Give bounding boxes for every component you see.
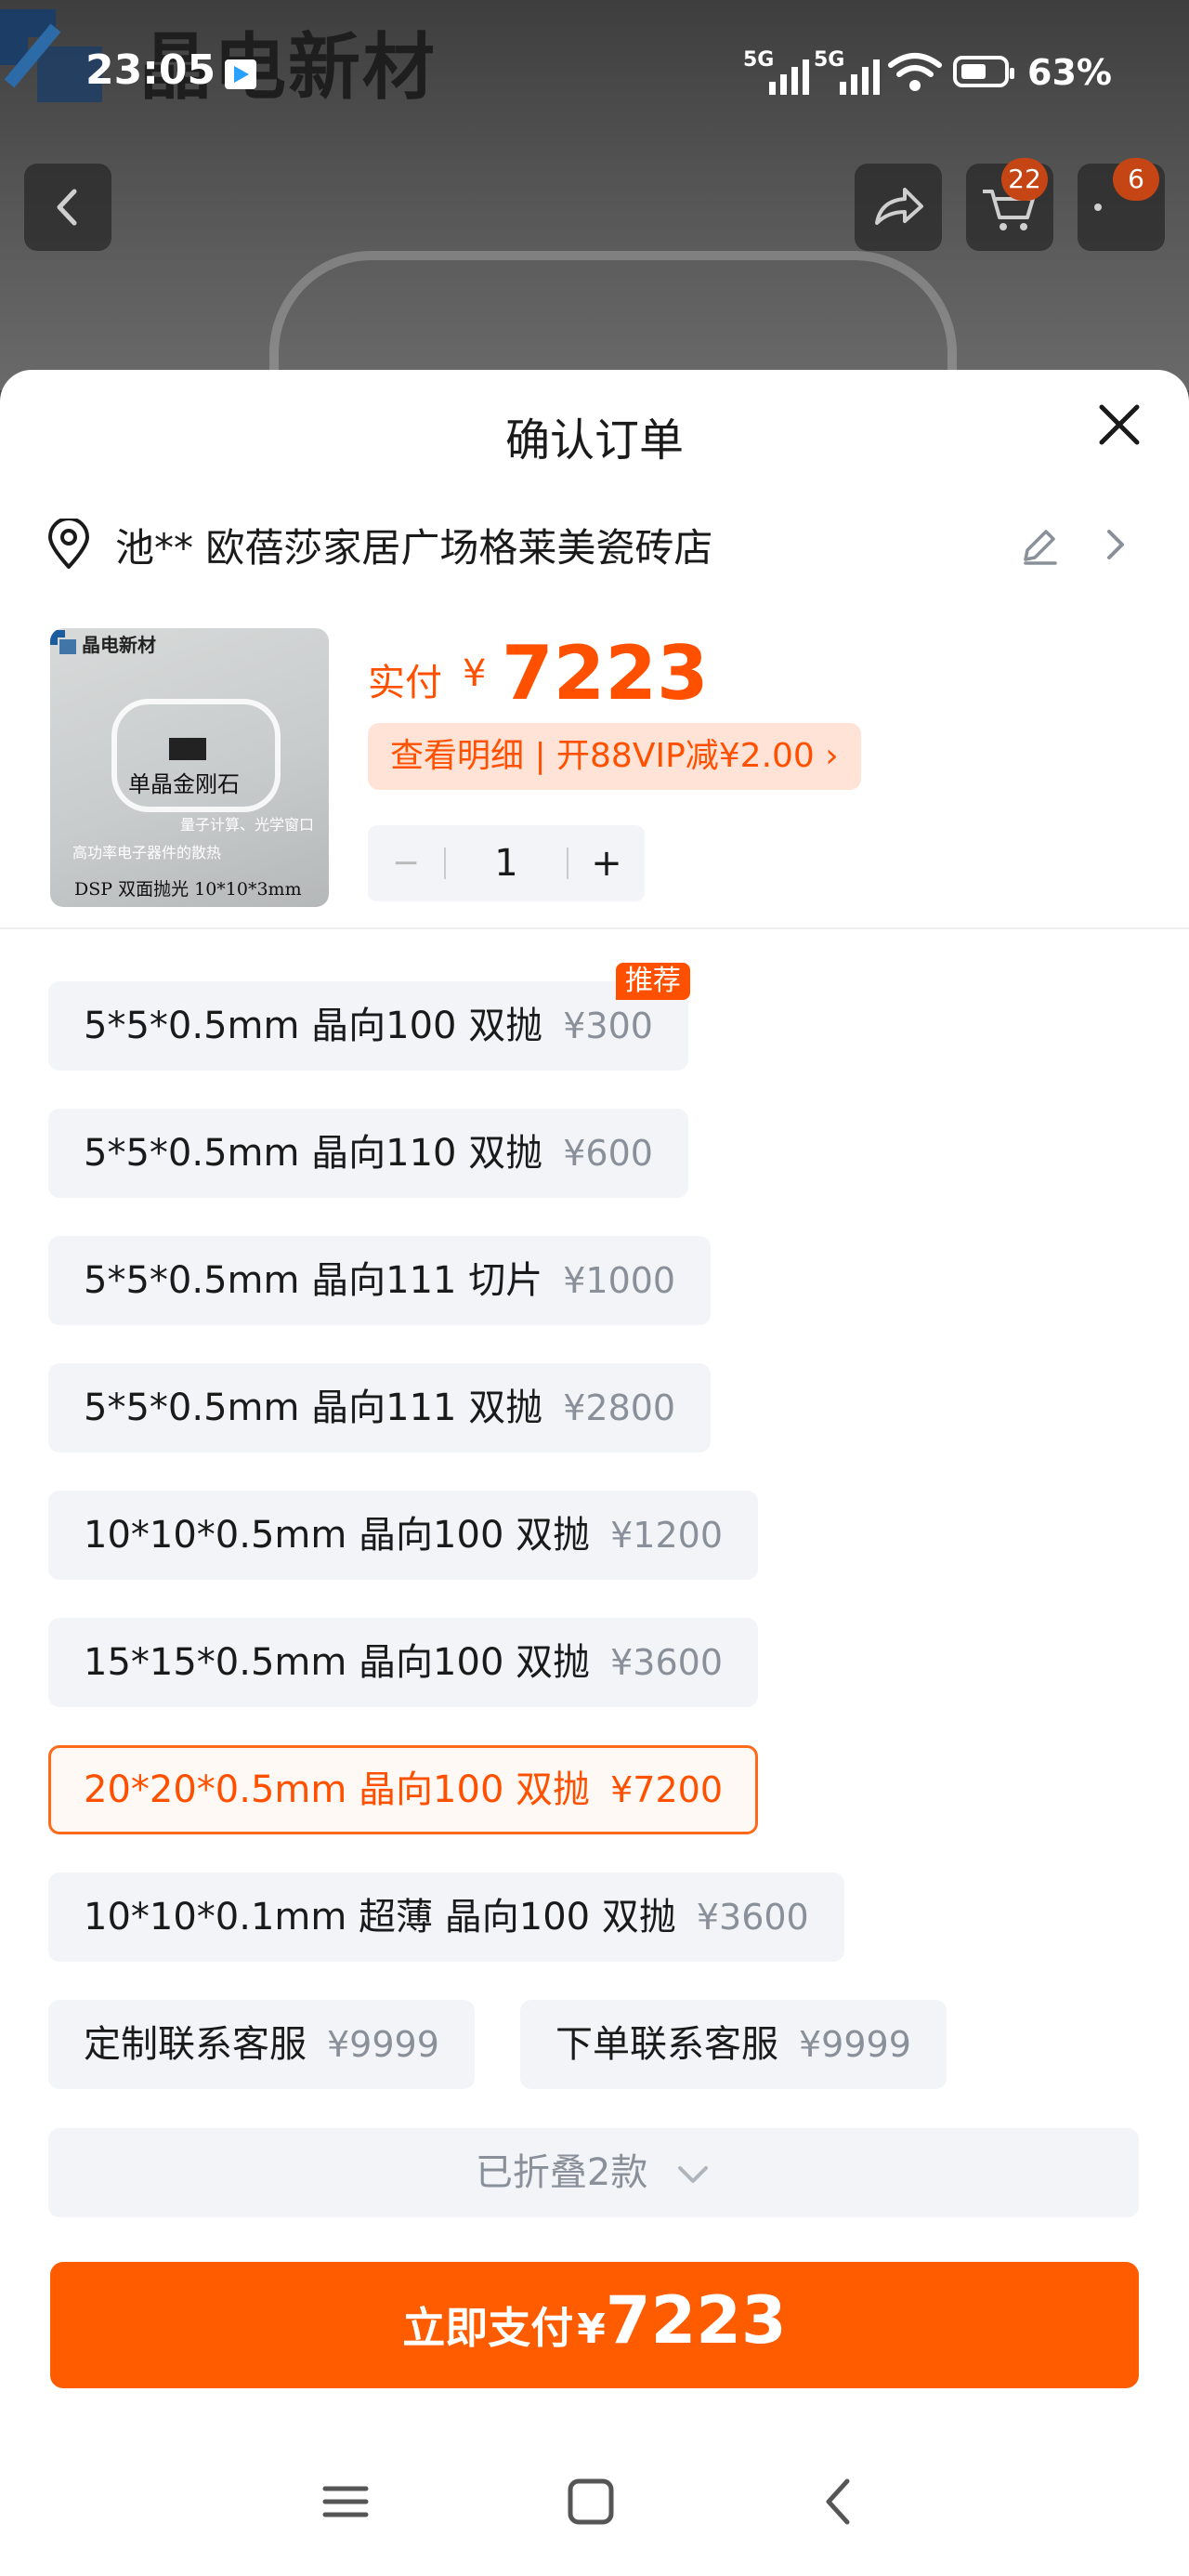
fold-label: 已折叠2款	[475, 2151, 648, 2194]
more-button[interactable]: 6	[1078, 158, 1165, 251]
wifi-icon	[888, 53, 942, 91]
nav-back-icon[interactable]	[814, 2476, 866, 2528]
pay-amount: 7223	[605, 2282, 787, 2359]
chevron-down-icon	[678, 2166, 709, 2183]
address-row[interactable]: 池** 欧蓓莎家居广场格莱美瓷砖店	[46, 511, 1143, 576]
sku-option[interactable]: 5*5*0.5mm 晶向111 切片 ¥1000	[48, 1236, 712, 1325]
home-square-icon[interactable]	[565, 2476, 617, 2528]
quantity-value[interactable]: 1	[446, 825, 567, 901]
sku-option[interactable]: 定制联系客服 ¥9999	[48, 2000, 475, 2089]
sku-option-label: 5*5*0.5mm 晶向111 双抛	[84, 1387, 543, 1429]
quantity-stepper: − 1 +	[368, 825, 645, 901]
signal-sim1-icon: 5G	[743, 48, 809, 95]
sku-option-label: 5*5*0.5mm 晶向110 双抛	[84, 1132, 543, 1175]
sku-option[interactable]: 10*10*0.5mm 晶向100 双抛 ¥1200	[48, 1491, 759, 1580]
confirm-order-sheet: 确认订单 池** 欧蓓莎家居广场格莱美瓷砖店 晶电新材 单晶金刚石 量子计算、光…	[0, 370, 1189, 2576]
sku-option-price: ¥3600	[696, 1897, 809, 1938]
pay-currency: ¥	[577, 2306, 606, 2353]
share-button[interactable]	[855, 164, 942, 251]
sku-option[interactable]: 15*15*0.5mm 晶向100 双抛 ¥3600	[48, 1618, 759, 1707]
expand-folded-options-button[interactable]: 已折叠2款	[48, 2128, 1139, 2217]
message-badge: 6	[1113, 158, 1159, 201]
sku-option-price: ¥600	[563, 1133, 653, 1174]
sku-option[interactable]: 10*10*0.1mm 超薄 晶向100 双抛 ¥3600	[48, 1873, 844, 1962]
sku-option-label: 5*5*0.5mm 晶向111 切片	[84, 1259, 543, 1302]
cart-button[interactable]: 22	[966, 158, 1053, 251]
location-pin-icon	[48, 519, 89, 569]
thumb-brand-logo-icon	[50, 630, 76, 654]
status-time: 23:05	[85, 46, 216, 94]
signal-sim2-icon: 5G	[814, 48, 880, 95]
price-detail-link[interactable]: 查看明细 | 开88VIP减¥2.00 ›	[368, 723, 861, 790]
sku-option-price: ¥2800	[563, 1387, 676, 1428]
thumb-caption-3: DSP 双面抛光 10*10*3mm	[74, 879, 302, 900]
paid-label: 实付	[368, 662, 442, 704]
decrease-quantity-button[interactable]: −	[368, 825, 444, 901]
product-thumbnail: 晶电新材 单晶金刚石 量子计算、光学窗口 高功率电子器件的散热 DSP 双面抛光…	[50, 628, 329, 907]
status-bar: 23:05 5G 5G 63%	[0, 0, 1189, 139]
sim2-network-label: 5G	[814, 48, 845, 72]
paid-currency: ¥	[463, 652, 487, 695]
address-text: 池** 欧蓓莎家居广场格莱美瓷砖店	[115, 525, 713, 571]
system-nav-bar	[0, 2435, 1189, 2574]
close-icon[interactable]	[1094, 400, 1144, 450]
thumb-brand: 晶电新材	[82, 634, 156, 656]
sku-option-label: 5*5*0.5mm 晶向100 双抛	[84, 1005, 543, 1047]
play-store-notification-icon	[225, 59, 256, 89]
edit-pencil-icon[interactable]	[1018, 524, 1061, 567]
pay-now-button[interactable]: 立即支付¥7223	[50, 2262, 1139, 2388]
back-button[interactable]	[24, 164, 111, 251]
pay-label: 立即支付	[402, 2303, 574, 2353]
sku-option[interactable]: 5*5*0.5mm 晶向100 双抛 ¥300 推荐	[48, 963, 690, 1071]
section-divider	[0, 927, 1189, 929]
increase-quantity-button[interactable]: +	[568, 825, 645, 901]
battery-icon	[953, 56, 1014, 87]
sku-option[interactable]: 下单联系客服 ¥9999	[520, 2000, 947, 2089]
recommended-tag: 推荐	[615, 963, 690, 1000]
sku-option-label: 15*15*0.5mm 晶向100 双抛	[84, 1641, 591, 1684]
sku-option-price: ¥1200	[610, 1515, 724, 1556]
sheet-title: 确认订单	[504, 414, 684, 467]
sim1-network-label: 5G	[743, 48, 775, 72]
chevron-right-icon	[1107, 530, 1124, 559]
sku-option-price: ¥300	[563, 1005, 653, 1046]
sku-option-label: 10*10*0.5mm 晶向100 双抛	[84, 1514, 591, 1557]
sku-option-label: 定制联系客服	[84, 2023, 307, 2066]
sku-option-price: ¥9999	[327, 2024, 439, 2065]
sku-option-price: ¥9999	[799, 2024, 911, 2065]
sku-option-price: ¥1000	[563, 1260, 676, 1301]
sku-option-label: 20*20*0.5mm 晶向100 双抛	[84, 1768, 591, 1811]
sku-option[interactable]: 5*5*0.5mm 晶向111 双抛 ¥2800	[48, 1363, 712, 1452]
chevron-left-icon	[57, 189, 77, 226]
sku-option-label: 10*10*0.1mm 超薄 晶向100 双抛	[84, 1896, 676, 1939]
thumb-product-name: 单晶金刚石	[128, 771, 240, 797]
sku-option-selected[interactable]: 20*20*0.5mm 晶向100 双抛 ¥7200	[48, 1745, 759, 1834]
cart-badge: 22	[1001, 158, 1048, 201]
thumb-chip	[169, 738, 206, 760]
sku-option[interactable]: 5*5*0.5mm 晶向110 双抛 ¥600	[48, 1109, 688, 1198]
battery-percent: 63%	[1027, 52, 1112, 93]
menu-icon[interactable]	[320, 2476, 372, 2528]
paid-amount: 7223	[502, 630, 709, 716]
thumb-caption-1: 量子计算、光学窗口	[180, 816, 315, 834]
sku-option-label: 下单联系客服	[555, 2023, 778, 2066]
share-icon	[875, 188, 923, 225]
thumb-caption-2: 高功率电子器件的散热	[72, 844, 222, 861]
sku-option-price: ¥3600	[610, 1642, 724, 1683]
sku-option-price: ¥7200	[610, 1769, 724, 1810]
